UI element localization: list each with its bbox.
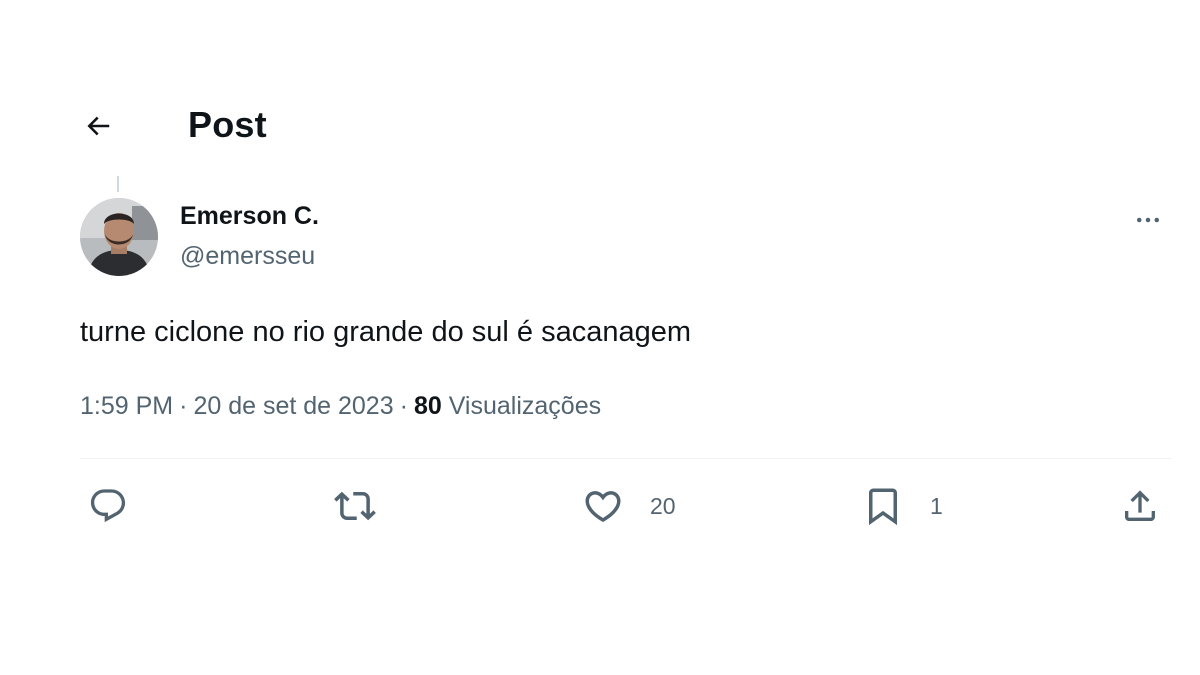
reply-icon — [90, 489, 126, 523]
author-avatar[interactable] — [80, 198, 158, 276]
post-date[interactable]: 20 de set de 2023 — [193, 392, 393, 420]
bookmark-count: 1 — [930, 492, 943, 519]
meta-separator: · — [399, 392, 408, 420]
thread-line — [117, 176, 119, 192]
post-time[interactable]: 1:59 PM — [80, 392, 173, 420]
post-text: turne ciclone no rio grande do sul é sac… — [80, 316, 691, 348]
page-title: Post — [188, 104, 267, 145]
heart-icon — [585, 491, 621, 523]
views-count: 80 — [413, 392, 442, 420]
more-horizontal-icon — [1137, 217, 1159, 223]
user-avatar — [80, 198, 158, 276]
share-icon — [1125, 490, 1155, 521]
repost-button[interactable] — [334, 484, 376, 528]
divider — [80, 458, 1172, 459]
author-display-name[interactable]: Emerson C. — [180, 202, 319, 231]
views-label: Visualizações — [448, 392, 602, 420]
back-button[interactable] — [78, 106, 118, 146]
repost-icon — [334, 491, 376, 521]
share-button[interactable] — [1120, 484, 1160, 528]
like-count: 20 — [650, 492, 676, 519]
meta-separator: · — [179, 392, 188, 420]
reply-button[interactable] — [88, 484, 128, 528]
more-options-button[interactable] — [1128, 200, 1168, 240]
author-handle[interactable]: @emersseu — [180, 242, 315, 271]
bookmark-icon — [869, 488, 897, 526]
bookmark-button[interactable]: 1 — [862, 484, 943, 528]
like-button[interactable]: 20 — [582, 484, 676, 528]
arrow-left-icon — [87, 116, 110, 136]
post-meta: 1:59 PM · 20 de set de 2023 · 80 Visualizaçõ… — [80, 392, 601, 421]
header-bar: Post — [0, 96, 1200, 156]
